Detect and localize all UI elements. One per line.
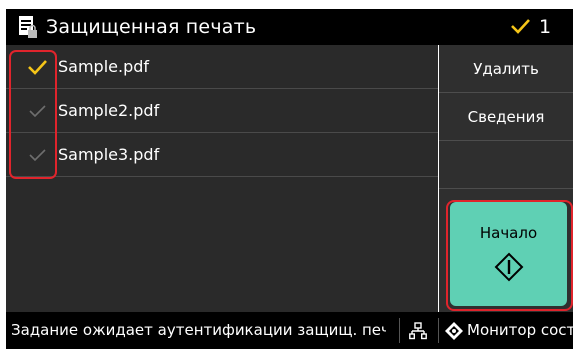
status-monitor-button[interactable]: Монитор сост. xyxy=(467,312,579,349)
divider xyxy=(438,318,439,343)
file-row[interactable]: Sample2.pdf xyxy=(6,89,438,133)
file-name: Sample2.pdf xyxy=(58,101,160,120)
secure-print-screen: Защищенная печать 1 Sample.pdf Sample2.p… xyxy=(0,0,579,349)
header-bar: Защищенная печать 1 xyxy=(6,9,573,45)
checkmark-icon xyxy=(511,19,530,34)
page-title: Защищенная печать xyxy=(46,16,257,38)
file-name: Sample3.pdf xyxy=(58,145,160,164)
details-button[interactable]: Сведения xyxy=(439,93,573,141)
file-row[interactable]: Sample.pdf xyxy=(6,45,438,89)
document-lock-icon xyxy=(19,16,37,38)
checkbox-highlight-frame xyxy=(9,50,57,179)
empty-button-slot xyxy=(439,141,573,189)
status-bar: Задание ожидает аутентификации защищ. пе… xyxy=(6,312,579,349)
start-highlight-frame xyxy=(446,200,573,311)
status-monitor-icon xyxy=(445,322,463,340)
selected-count: 1 xyxy=(539,16,552,38)
delete-button[interactable]: Удалить xyxy=(439,45,573,93)
status-message: Задание ожидает аутентификации защищ. пе… xyxy=(11,321,386,339)
file-name: Sample.pdf xyxy=(58,57,150,76)
divider xyxy=(399,318,400,343)
network-icon[interactable] xyxy=(409,322,427,340)
file-row[interactable]: Sample3.pdf xyxy=(6,133,438,177)
file-list: Sample.pdf Sample2.pdf Sample3.pdf xyxy=(6,45,438,312)
